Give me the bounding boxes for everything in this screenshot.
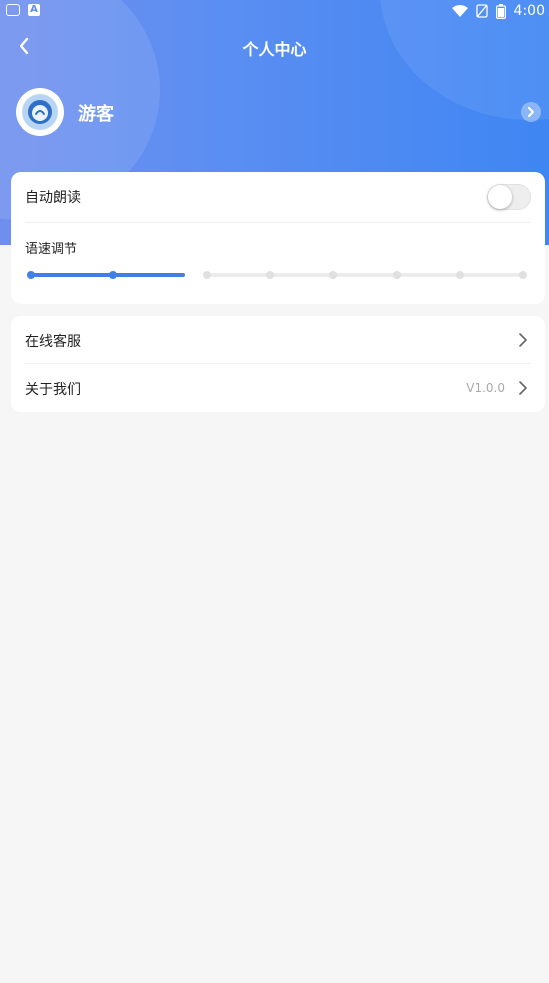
status-time: 4:00 xyxy=(513,3,545,19)
auto-read-row: 自动朗读 xyxy=(11,172,545,220)
chevron-right-icon xyxy=(519,333,527,347)
robot-face-icon xyxy=(28,100,52,124)
toggle-knob xyxy=(488,185,512,209)
username: 游客 xyxy=(78,104,114,125)
slider-step-dot[interactable] xyxy=(109,271,117,279)
settings-card: 自动朗读 语速调节 xyxy=(11,172,545,304)
slider-active-track[interactable] xyxy=(27,271,185,279)
slider-step-dot[interactable] xyxy=(456,271,464,279)
about-row[interactable]: 关于我们 V1.0.0 xyxy=(11,364,545,412)
no-sim-icon xyxy=(475,4,488,18)
top-bar: 个人中心 xyxy=(0,28,549,64)
auto-read-label: 自动朗读 xyxy=(25,190,81,206)
wifi-icon xyxy=(451,5,468,17)
status-bar: A 4:00 xyxy=(0,0,549,24)
slider-step-dot[interactable] xyxy=(203,271,211,279)
about-label: 关于我们 xyxy=(25,382,81,398)
chevron-right-icon xyxy=(528,107,534,117)
slider-step-dot[interactable] xyxy=(266,271,274,279)
speech-rate-slider[interactable] xyxy=(27,268,527,282)
divider xyxy=(25,222,531,223)
chevron-right-icon xyxy=(519,381,527,395)
battery-icon xyxy=(495,3,506,19)
slider-step-dot[interactable] xyxy=(519,271,527,279)
slider-inactive-track[interactable] xyxy=(203,271,527,279)
page-title: 个人中心 xyxy=(242,40,307,59)
menu-card: 在线客服 关于我们 V1.0.0 xyxy=(11,316,545,412)
slider-step-dot[interactable] xyxy=(393,271,401,279)
notification-icon xyxy=(6,4,20,16)
profile-arrow-button[interactable] xyxy=(521,102,541,122)
slider-fill xyxy=(31,273,185,277)
version-text: V1.0.0 xyxy=(466,381,505,395)
profile-row[interactable]: 游客 xyxy=(16,88,541,136)
avatar[interactable] xyxy=(16,88,64,136)
slider-step-dot[interactable] xyxy=(27,271,35,279)
online-service-label: 在线客服 xyxy=(25,334,81,350)
slider-step-dot[interactable] xyxy=(329,271,337,279)
online-service-row[interactable]: 在线客服 xyxy=(11,316,545,364)
auto-read-toggle[interactable] xyxy=(487,184,531,210)
speech-rate-label: 语速调节 xyxy=(25,242,78,257)
a-badge-icon: A xyxy=(28,4,40,16)
